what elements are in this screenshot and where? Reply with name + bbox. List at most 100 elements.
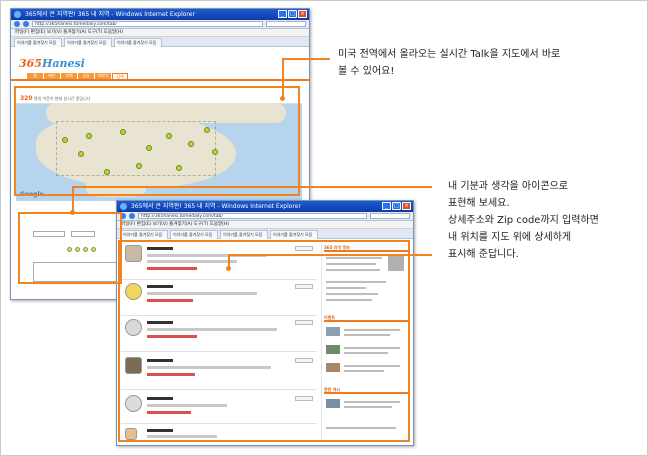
talk-pin[interactable] bbox=[212, 149, 218, 155]
post-divider bbox=[121, 279, 317, 280]
city-select[interactable] bbox=[71, 231, 95, 237]
back-tab-strip: 이야기를 즐겨찾기 모음 이야기를 즐겨찾기 모음 이야기를 즐겨찾기 모음 bbox=[11, 37, 309, 47]
close-button[interactable]: × bbox=[298, 10, 307, 18]
connector-feed-h bbox=[228, 254, 432, 256]
site-header: 365Hanesi 홈 메인 지역 공감 이야기 검색 bbox=[11, 47, 309, 81]
gnb-item-2[interactable]: 메인 bbox=[44, 73, 60, 79]
sidebar-line bbox=[326, 269, 380, 271]
minimize-button[interactable]: _ bbox=[382, 202, 391, 210]
talk-post[interactable] bbox=[121, 317, 317, 355]
talk-pin[interactable] bbox=[86, 133, 92, 139]
front-tab-3[interactable]: 이야기를 즐겨찾기 모음 bbox=[220, 230, 268, 239]
post-divider bbox=[121, 351, 317, 352]
global-nav: 홈 메인 지역 공감 이야기 검색 bbox=[27, 73, 128, 79]
gnb-item-3[interactable]: 지역 bbox=[61, 73, 77, 79]
connector-map-dot bbox=[280, 96, 285, 101]
smile-icon bbox=[125, 283, 142, 300]
sidebar-head-event: 이벤트 bbox=[324, 315, 408, 322]
related-thumb[interactable] bbox=[326, 399, 340, 408]
sidebar-line bbox=[344, 352, 388, 354]
back-tab-1[interactable]: 이야기를 즐겨찾기 모음 bbox=[14, 38, 62, 47]
state-select[interactable] bbox=[33, 231, 65, 237]
talk-pin[interactable] bbox=[166, 133, 172, 139]
post-body bbox=[147, 404, 227, 407]
forward-nav-icon[interactable] bbox=[129, 213, 135, 219]
right-sidebar: 365 지역 정보 이벤트 관련 게시 bbox=[321, 243, 411, 443]
gnb-item-5[interactable]: 이야기 bbox=[95, 73, 111, 79]
post-author bbox=[147, 429, 173, 432]
us-map[interactable]: 320 명의 이웃이 현재 실시간 중입니다 Google bbox=[16, 93, 302, 201]
post-divider bbox=[121, 389, 317, 390]
maximize-button[interactable]: □ bbox=[288, 10, 297, 18]
talk-post[interactable] bbox=[121, 355, 317, 393]
post-divider bbox=[121, 315, 317, 316]
forward-nav-icon[interactable] bbox=[23, 21, 29, 27]
front-tab-strip: 이야기를 즐겨찾기 모음 이야기를 즐겨찾기 모음 이야기를 즐겨찾기 모음 이… bbox=[117, 229, 413, 239]
event-thumb[interactable] bbox=[326, 363, 340, 372]
post-author bbox=[147, 285, 173, 288]
talk-pin[interactable] bbox=[120, 129, 126, 135]
post-body bbox=[147, 260, 237, 263]
back-search-input[interactable] bbox=[266, 21, 306, 27]
sidebar-line bbox=[344, 406, 392, 408]
front-tab-4[interactable]: 이야기를 즐겨찾기 모음 bbox=[270, 230, 318, 239]
map-status-text: 명의 이웃이 현재 실시간 중입니다 bbox=[33, 96, 91, 101]
site-logo[interactable]: 365Hanesi bbox=[19, 57, 85, 70]
talk-post[interactable] bbox=[121, 243, 317, 281]
talk-pin[interactable] bbox=[188, 141, 194, 147]
mood-icon[interactable] bbox=[67, 247, 72, 252]
event-thumb[interactable] bbox=[326, 345, 340, 354]
post-action-button[interactable] bbox=[295, 284, 313, 289]
callout-map: 미국 전역에서 올라오는 실시간 Talk을 지도에서 바로 볼 수 있어요! bbox=[338, 46, 560, 80]
post-author bbox=[147, 359, 173, 362]
front-tab-1[interactable]: 이야기를 즐겨찾기 모음 bbox=[120, 230, 168, 239]
user-avatar bbox=[125, 428, 137, 440]
mood-icon[interactable] bbox=[91, 247, 96, 252]
gnb-item-6[interactable]: 검색 bbox=[112, 73, 128, 79]
talk-pin[interactable] bbox=[204, 127, 210, 133]
post-action-button[interactable] bbox=[295, 396, 313, 401]
maximize-button[interactable]: □ bbox=[392, 202, 401, 210]
back-tab-2[interactable]: 이야기를 즐겨찾기 모음 bbox=[64, 38, 112, 47]
front-window-title: 365에서 큰 지역판! 365 내 지역 - Windows Internet… bbox=[131, 203, 301, 210]
event-thumb[interactable] bbox=[326, 327, 340, 336]
mood-icon[interactable] bbox=[75, 247, 80, 252]
back-tab-3[interactable]: 이야기를 즐겨찾기 모음 bbox=[114, 38, 162, 47]
back-url-field[interactable]: http://365hanesi.tomedaily.com/tab/ bbox=[32, 21, 263, 27]
callout-map-line-1: 미국 전역에서 올라오는 실시간 Talk을 지도에서 바로 bbox=[338, 49, 561, 60]
talk-pin[interactable] bbox=[78, 151, 84, 157]
post-action-button[interactable] bbox=[295, 320, 313, 325]
front-url-field[interactable]: http://365hanesi.tomedaily.com/tab/ bbox=[138, 213, 367, 219]
front-tab-2[interactable]: 이야기를 즐겨찾기 모음 bbox=[170, 230, 218, 239]
map-brand-logo: Google bbox=[20, 191, 44, 198]
talk-pin[interactable] bbox=[136, 163, 142, 169]
back-menu-bar[interactable]: 파일(F) 편집(E) 보기(V) 즐겨찾기(A) 도구(T) 도움말(H) bbox=[11, 29, 309, 37]
talk-pin[interactable] bbox=[62, 137, 68, 143]
sidebar-line bbox=[326, 293, 378, 295]
talk-textarea[interactable] bbox=[33, 262, 129, 282]
map-land-canada bbox=[46, 103, 286, 123]
post-action-button[interactable] bbox=[295, 358, 313, 363]
gnb-item-4[interactable]: 공감 bbox=[78, 73, 94, 79]
talk-pin[interactable] bbox=[104, 169, 110, 175]
post-action-button[interactable] bbox=[295, 246, 313, 251]
window-controls: _ □ × bbox=[278, 10, 307, 18]
sidebar-line bbox=[326, 257, 382, 259]
profile-photo bbox=[388, 255, 404, 271]
close-button[interactable]: × bbox=[402, 202, 411, 210]
front-browser-window: 365에서 큰 지역판! 365 내 지역 - Windows Internet… bbox=[116, 200, 414, 446]
back-title-bar: 365에서 큰 지역판! 365 내 지역 - Windows Internet… bbox=[11, 9, 309, 20]
logo-main: 365 bbox=[19, 57, 42, 70]
front-title-bar: 365에서 큰 지역판! 365 내 지역 - Windows Internet… bbox=[117, 201, 413, 212]
mood-icon[interactable] bbox=[83, 247, 88, 252]
talk-pin[interactable] bbox=[176, 165, 182, 171]
back-nav-icon[interactable] bbox=[120, 213, 126, 219]
front-search-input[interactable] bbox=[370, 213, 410, 219]
talk-pin[interactable] bbox=[146, 145, 152, 151]
back-nav-icon[interactable] bbox=[14, 21, 20, 27]
gnb-item-1[interactable]: 홈 bbox=[27, 73, 43, 79]
talk-post[interactable] bbox=[121, 281, 317, 319]
minimize-button[interactable]: _ bbox=[278, 10, 287, 18]
front-menu-bar[interactable]: 파일(F) 편집(E) 보기(V) 즐겨찾기(A) 도구(T) 도움말(H) bbox=[117, 221, 413, 229]
talk-post[interactable] bbox=[121, 426, 317, 445]
